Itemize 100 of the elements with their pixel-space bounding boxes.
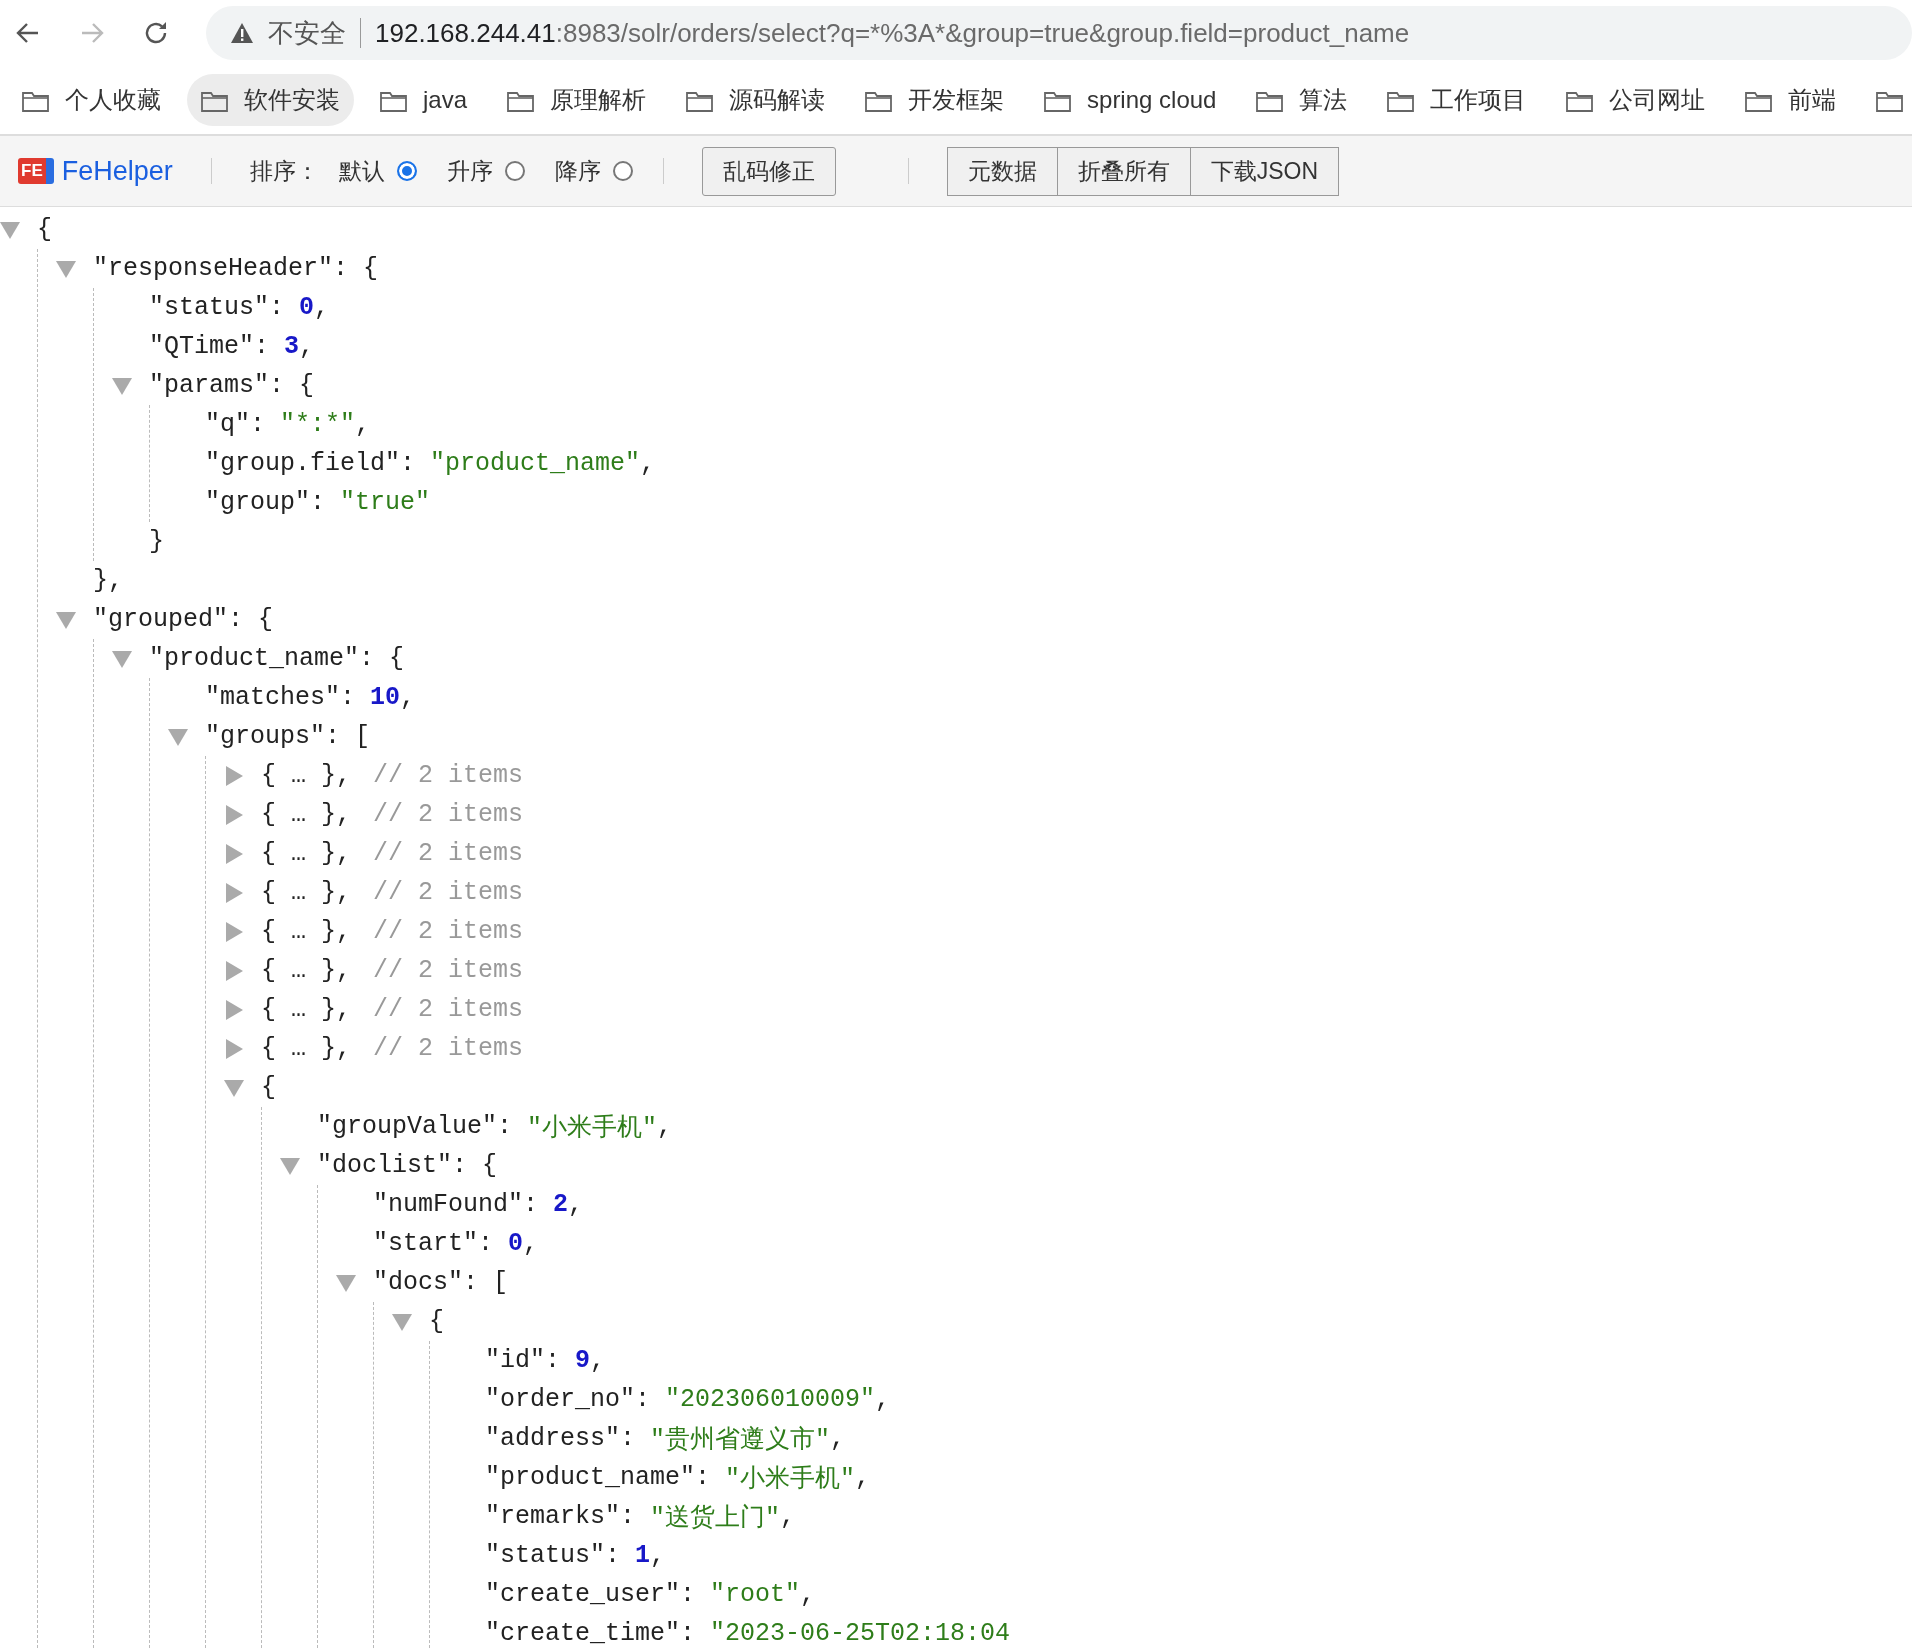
toggle-icon[interactable]	[222, 1077, 245, 1098]
json-comma: ,	[830, 1424, 846, 1453]
json-comment: // 2 items	[373, 761, 524, 790]
json-bracket: {	[261, 1073, 276, 1102]
json-key: "responseHeader":	[93, 254, 364, 283]
json-bracket: },	[93, 566, 123, 595]
json-bracket: { … },	[261, 917, 351, 946]
radio-button[interactable]	[504, 161, 525, 181]
json-key: "groups":	[205, 722, 356, 751]
address-bar[interactable]: 不安全 192.168.244.41:8983/solr/orders/select?q=*%3A*&group=true&group.field=product_name	[206, 6, 1912, 60]
json-comment: // 2 items	[373, 1034, 524, 1063]
json-key: "create_user":	[485, 1580, 711, 1609]
radio-button[interactable]	[396, 161, 417, 181]
toggle-icon[interactable]	[166, 726, 189, 747]
json-comment: // 2 items	[373, 956, 524, 985]
toggle-icon[interactable]	[390, 1311, 413, 1332]
json-bracket: { … },	[261, 1034, 351, 1063]
url-text: 192.168.244.41:8983/solr/orders/select?q=*%3A*&group=true&group.field=product_name	[375, 17, 1410, 49]
json-value: 1	[635, 1541, 651, 1570]
json-bracket: {	[389, 644, 405, 673]
bookmark-item[interactable]: 前端	[1731, 74, 1851, 126]
json-value: "202306010009"	[665, 1385, 876, 1414]
json-comma: ,	[640, 449, 656, 478]
json-bracket: {	[482, 1151, 498, 1180]
json-comma: ,	[780, 1502, 796, 1531]
json-comma: ,	[855, 1463, 871, 1492]
bookmark-item[interactable]: 原理解析	[493, 74, 661, 126]
toggle-icon[interactable]	[278, 1155, 301, 1176]
toggle-icon[interactable]	[54, 609, 77, 630]
json-bracket: [	[355, 722, 371, 751]
json-bracket: {	[258, 605, 274, 634]
json-value: 2	[553, 1190, 569, 1219]
json-key: "remarks":	[485, 1502, 651, 1531]
json-value: 0	[299, 293, 315, 322]
security-label: 不安全	[268, 16, 346, 50]
json-comma: ,	[875, 1385, 891, 1414]
bookmark-item[interactable]: 个人收藏	[8, 74, 175, 126]
radio-button[interactable]	[612, 161, 633, 181]
json-key: "params":	[149, 371, 300, 400]
bookmark-item[interactable]: java	[366, 76, 482, 124]
bookmark-item[interactable]: 公司网址	[1552, 74, 1720, 126]
json-value: "root"	[710, 1580, 801, 1609]
toggle-icon[interactable]	[334, 1272, 357, 1293]
toolbar-button[interactable]: 元数据	[946, 146, 1057, 196]
json-bracket: [	[493, 1268, 509, 1297]
app-title: FeHelper	[61, 155, 173, 187]
json-bracket: {	[299, 371, 315, 400]
toggle-icon[interactable]	[54, 258, 77, 279]
json-key: "group":	[205, 488, 341, 517]
json-value: 10	[370, 683, 401, 712]
json-key: "product_name":	[149, 644, 390, 673]
bookmark-item[interactable]: 算法	[1242, 74, 1362, 126]
toolbar-button[interactable]: 下载JSON	[1189, 146, 1340, 196]
sort-label: 排序：	[249, 156, 319, 186]
bookmark-item[interactable]: spring cloud	[1030, 76, 1231, 124]
json-comma: ,	[657, 1112, 673, 1141]
json-comment: // 2 items	[373, 917, 524, 946]
toggle-icon[interactable]	[110, 375, 133, 396]
json-comma: ,	[523, 1229, 539, 1258]
json-key: "groupValue":	[317, 1112, 528, 1141]
json-key: "product_name":	[485, 1463, 726, 1492]
bookmark-item[interactable]: 源码解读	[672, 74, 840, 126]
toggle-icon[interactable]	[0, 219, 21, 240]
bookmark-item[interactable]: 软件安装	[187, 74, 354, 126]
json-value: 0	[508, 1229, 524, 1258]
json-value: "*:*"	[280, 410, 356, 439]
json-key: "docs":	[373, 1268, 494, 1297]
json-key: "start":	[373, 1229, 509, 1258]
json-bracket: { … },	[261, 995, 351, 1024]
sort-option[interactable]: 升序	[446, 155, 525, 187]
json-key: "id":	[485, 1346, 575, 1375]
json-comma: ,	[400, 683, 416, 712]
json-comma: ,	[314, 293, 330, 322]
sort-option[interactable]: 降序	[554, 155, 633, 187]
json-key: "QTime":	[149, 332, 285, 361]
warning-icon[interactable]	[230, 22, 254, 44]
json-key: "grouped":	[93, 605, 259, 634]
sort-option[interactable]: 默认	[338, 155, 417, 187]
json-value: "小米手机"	[725, 1464, 856, 1494]
json-comment: // 2 items	[373, 995, 524, 1024]
json-value: "product_name"	[430, 449, 641, 478]
fix-encoding-button[interactable]: 乱码修正	[701, 146, 836, 196]
json-value: "送货上门"	[650, 1503, 781, 1533]
json-bracket: }	[149, 527, 164, 556]
json-comma: ,	[299, 332, 315, 361]
toggle-icon[interactable]	[110, 648, 133, 669]
json-bracket: { … },	[261, 800, 351, 829]
json-key: "order_no":	[485, 1385, 666, 1414]
bookmark-item[interactable]: 开发框架	[851, 74, 1019, 126]
json-comment: // 2 items	[373, 839, 524, 868]
bookmark-item[interactable]: 工作项目	[1373, 74, 1541, 126]
json-key: "q":	[205, 410, 280, 439]
json-comment: // 2 items	[373, 878, 524, 907]
json-value: "2023-06-25T02:18:04	[710, 1619, 1011, 1648]
json-key: "matches":	[205, 683, 371, 712]
json-bracket: {	[37, 215, 52, 244]
toolbar-button[interactable]: 折叠所有	[1056, 146, 1190, 196]
json-value: "小米手机"	[527, 1113, 658, 1143]
json-bracket: {	[363, 254, 379, 283]
json-value: 3	[284, 332, 300, 361]
